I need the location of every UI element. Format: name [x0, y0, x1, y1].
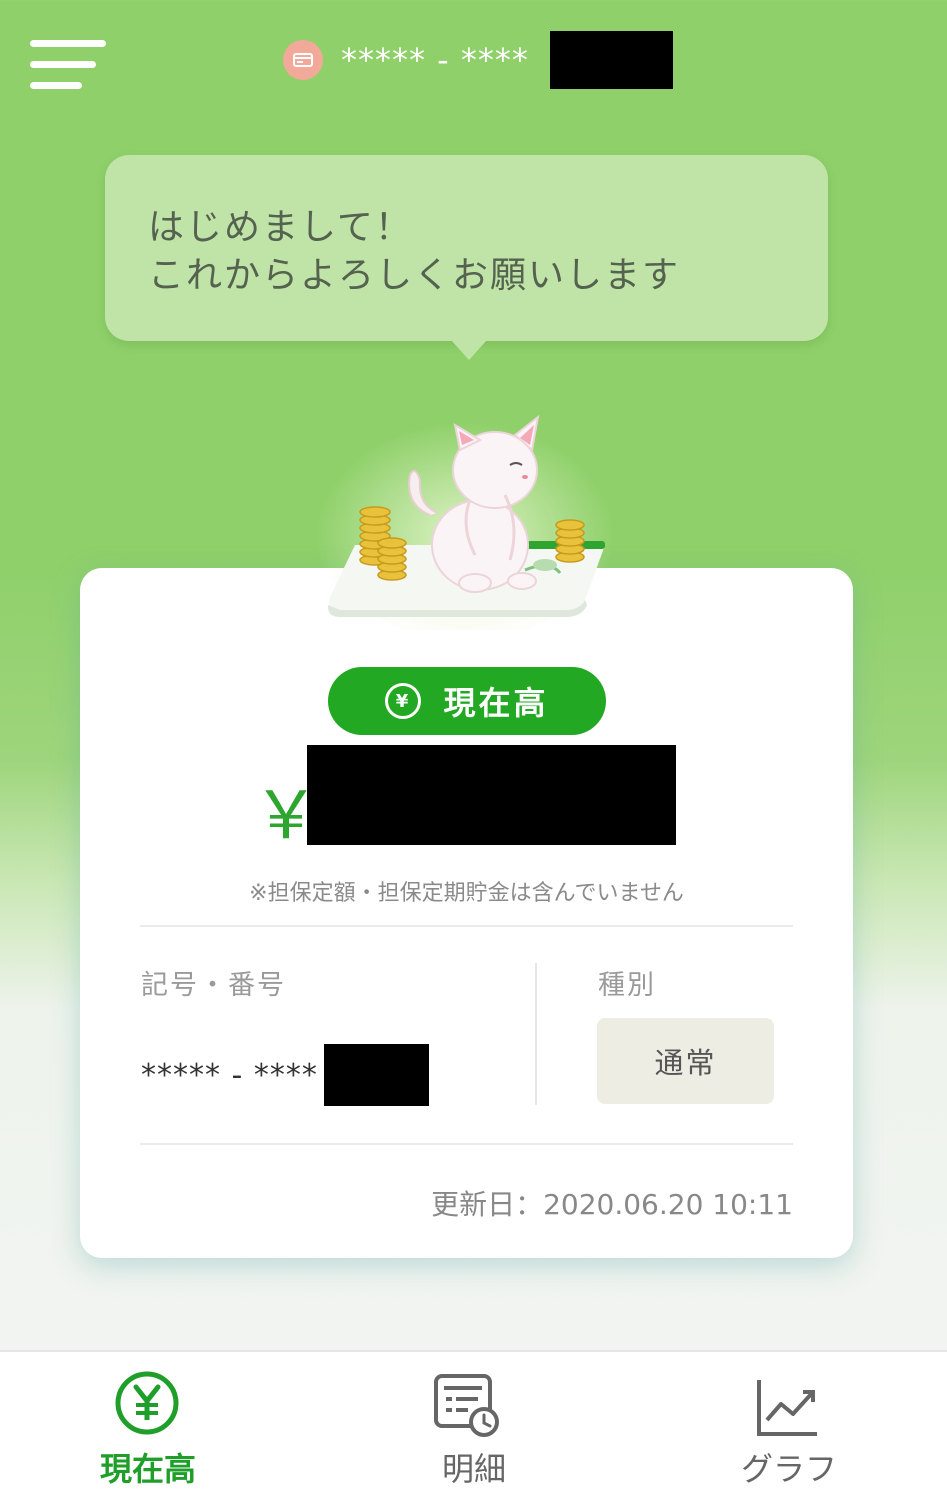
nav-label-current-balance: 現在高: [99, 1450, 196, 1488]
statement-clock-icon: [434, 1374, 499, 1437]
updated-timestamp: 更新日：2020.06.20 10:11: [431, 1188, 793, 1221]
account-type-value: 通常: [654, 1046, 717, 1080]
hamburger-menu-icon: [30, 40, 106, 47]
nav-current-balance[interactable]: 現在高: [0, 1352, 316, 1494]
hamburger-line: [30, 82, 82, 89]
balance-note: ※担保定額・担保定期貯金は含んでいません: [249, 881, 684, 906]
yen-circle-icon: ¥: [385, 683, 422, 719]
nav-statement[interactable]: 明細: [316, 1352, 632, 1494]
speech-bubble-tail: [451, 340, 487, 360]
cat-with-coins-illustration: [315, 410, 615, 630]
redacted-balance: [307, 745, 676, 845]
divider: [140, 925, 793, 927]
redacted-block: [550, 31, 673, 89]
column-divider: [535, 963, 537, 1105]
greeting-line-2: これからよろしくお願いします: [148, 255, 681, 296]
divider: [140, 1143, 793, 1145]
bankbook-icon: [283, 40, 323, 80]
nav-label-graph: グラフ: [740, 1450, 837, 1488]
account-number-header: ***** - ****: [341, 41, 529, 79]
redacted-account-suffix: [324, 1044, 429, 1106]
greeting-line-1: はじめまして！: [148, 207, 413, 248]
account-type-label: 種別: [598, 970, 656, 1001]
line-chart-icon: [757, 1380, 817, 1436]
account-number-value: ***** - ****: [141, 1058, 318, 1093]
menu-button[interactable]: [30, 40, 106, 92]
account-number-label: 記号・番号: [141, 970, 286, 1001]
yen-circle-icon: [115, 1371, 179, 1435]
nav-graph[interactable]: グラフ: [631, 1352, 947, 1494]
hamburger-line: [30, 61, 96, 68]
account-selector[interactable]: ***** - ****: [283, 30, 529, 90]
bottom-nav: 現在高 明細 グラフ: [0, 1350, 947, 1494]
account-type-chip: 通常: [597, 1018, 774, 1104]
current-balance-tab: ¥ 現在高: [328, 667, 606, 735]
current-balance-label: 現在高: [443, 684, 549, 722]
nav-label-statement: 明細: [441, 1450, 506, 1488]
